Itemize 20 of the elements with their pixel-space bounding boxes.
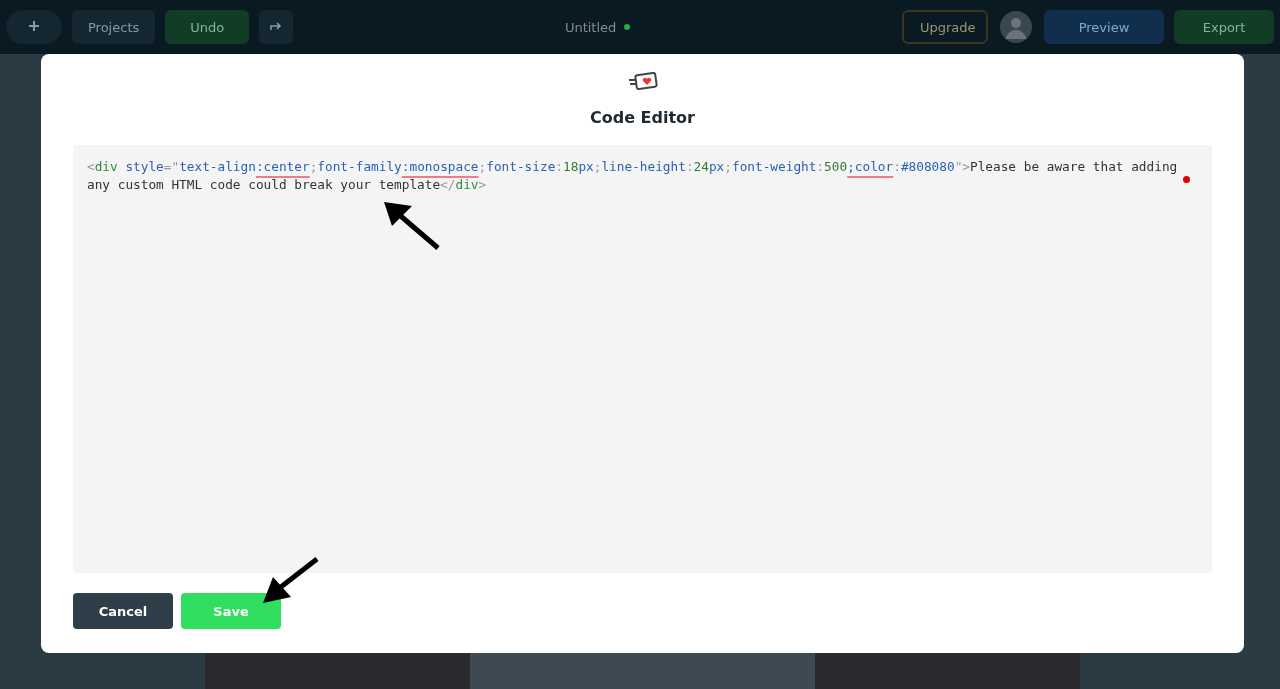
status-dot-icon — [624, 24, 631, 30]
code-editor[interactable]: <div style="text-align:center;font-family:monospace;font-size:18px;line-height:24px;font-weight:500;color:#808080">Please be aware that adding any custom HTML code could break your template</div> — [73, 145, 1212, 573]
pointer-arrow — [382, 200, 442, 252]
pointer-arrow — [261, 556, 321, 606]
upgrade-button[interactable]: Upgrade — [902, 10, 988, 44]
document-title: Untitled — [564, 19, 617, 35]
redo-icon — [269, 19, 284, 32]
redo-button[interactable] — [259, 10, 294, 44]
code-line: <div style="text-align:center;font-family:monospace;font-size:18px;line-height:24px;font-weight:500;color:#808080">Please be aware that adding — [87, 158, 1178, 176]
projects-button[interactable]: Projects — [72, 10, 156, 44]
export-button[interactable]: Export — [1174, 10, 1274, 44]
cursor-dot — [1183, 176, 1190, 183]
preview-button[interactable]: Preview — [1044, 10, 1164, 44]
dialog-title: Code Editor — [590, 108, 695, 127]
plus-icon — [28, 19, 40, 32]
undo-button[interactable]: Undo — [165, 10, 250, 44]
avatar-icon — [1000, 11, 1032, 43]
code-line: any custom HTML code could break your template</div> — [87, 176, 487, 194]
card-heart-icon — [627, 72, 658, 92]
cancel-button[interactable]: Cancel — [73, 593, 173, 629]
